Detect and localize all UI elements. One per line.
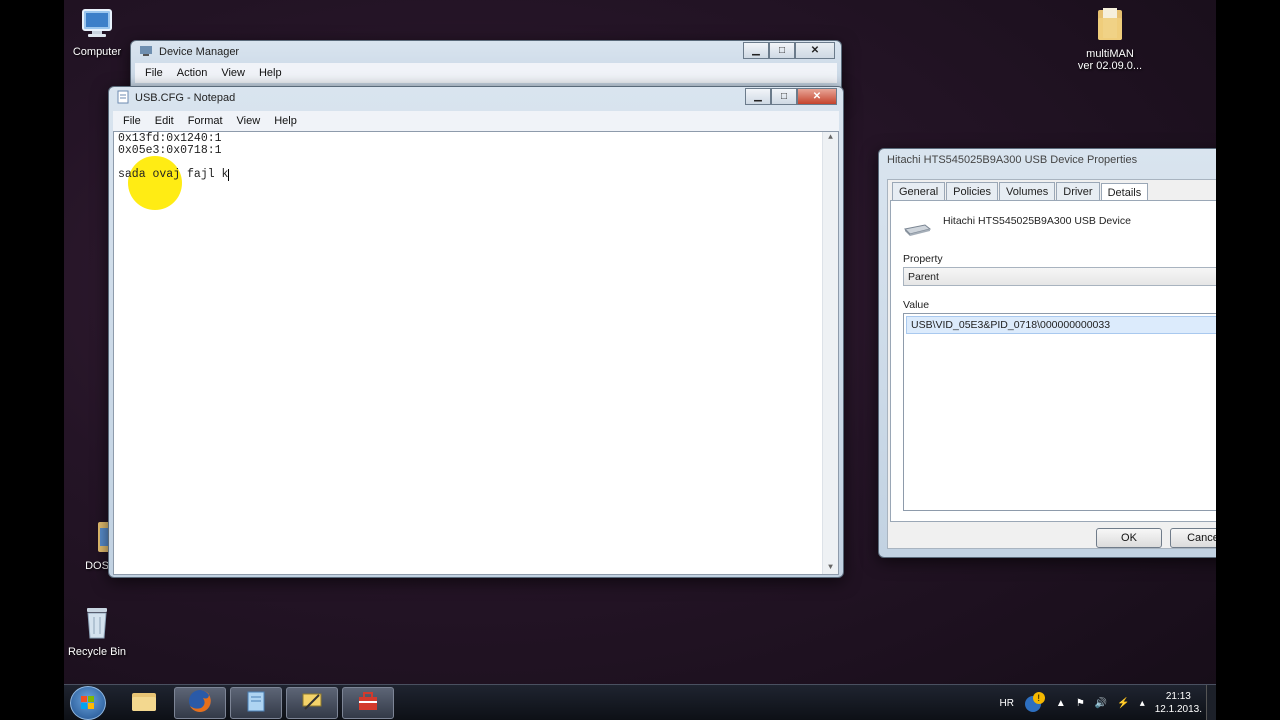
minimize-button[interactable]: ▁ — [743, 42, 769, 59]
notepad-icon — [117, 90, 129, 107]
language-indicator[interactable]: HR — [999, 698, 1013, 709]
device-properties-dialog[interactable]: Hitachi HTS545025B9A300 USB Device Prope… — [878, 148, 1216, 558]
device-manager-titlebar[interactable]: Device Manager — [131, 41, 841, 63]
flag-icon[interactable]: ⚑ — [1076, 698, 1085, 709]
property-dropdown[interactable]: Parent — [903, 267, 1216, 286]
taskbar: HR ! ▲ ⚑ 🔊 ⚡ ▴ 21:13 12.1.2013. — [64, 684, 1216, 720]
tab-general[interactable]: General — [892, 182, 946, 201]
taskbar-device-manager[interactable] — [286, 687, 338, 719]
notepad-menubar: File Edit Format View Help — [113, 111, 839, 131]
menu-edit[interactable]: Edit — [149, 113, 180, 129]
volume-icon[interactable]: 🔊 — [1095, 698, 1107, 709]
close-button[interactable]: ✕ — [795, 42, 835, 59]
desktop-icon-label: ver 02.09.0... — [1077, 60, 1143, 72]
text-line: 0x05e3:0x0718:1 — [118, 144, 222, 157]
clock-time: 21:13 — [1165, 691, 1191, 702]
tab-policies[interactable]: Policies — [946, 182, 999, 201]
property-label: Property — [903, 253, 943, 265]
notepad-icon — [244, 689, 268, 718]
firefox-icon — [187, 688, 213, 719]
window-title: USB.CFG - Notepad — [135, 92, 236, 104]
maximize-button[interactable]: □ — [769, 42, 795, 59]
windows-logo-icon — [81, 696, 94, 709]
vertical-scrollbar[interactable]: ▲ ▼ — [822, 132, 838, 574]
maximize-button[interactable]: □ — [771, 88, 797, 105]
value-label: Value — [903, 299, 930, 311]
system-tray: HR ! ▲ ⚑ 🔊 ⚡ ▴ 21:13 12.1.2013. — [999, 685, 1202, 720]
value-list[interactable]: USB\VID_05E3&PID_0718\000000000033 — [903, 313, 1216, 511]
start-button[interactable] — [70, 686, 106, 720]
drive-icon — [903, 223, 932, 242]
computer-icon — [64, 8, 133, 43]
desktop-icon-label: Computer — [72, 46, 122, 58]
svg-text:!: ! — [1037, 693, 1040, 703]
folder-icon — [1074, 6, 1146, 45]
desktop-icon-label: Recycle Bin — [67, 646, 127, 658]
signal-icon[interactable]: ▴ — [1140, 698, 1145, 709]
value-list-item[interactable]: USB\VID_05E3&PID_0718\000000000033 — [906, 316, 1216, 334]
text-line: 0x13fd:0x1240:1 — [118, 132, 222, 145]
desktop-icon-label: multiMAN — [1086, 48, 1134, 60]
clock-date: 12.1.2013. — [1154, 704, 1202, 715]
notepad-titlebar[interactable]: USB.CFG - Notepad — [109, 87, 843, 109]
ok-button[interactable]: OK — [1096, 528, 1162, 548]
device-name: Hitachi HTS545025B9A300 USB Device — [943, 215, 1131, 227]
device-manager-menubar: File Action View Help — [135, 63, 837, 83]
toolbox-icon — [356, 689, 380, 718]
scroll-down-arrow[interactable]: ▼ — [823, 562, 838, 574]
minimize-button[interactable]: ▁ — [745, 88, 771, 105]
desktop: Computer multiMAN ver 02.09.0... DOS Rec… — [64, 0, 1216, 720]
taskbar-firefox[interactable] — [174, 687, 226, 719]
folder-icon — [130, 689, 158, 718]
taskbar-notepad[interactable] — [230, 687, 282, 719]
tab-volumes[interactable]: Volumes — [999, 182, 1056, 201]
cancel-button[interactable]: Cance — [1170, 528, 1216, 548]
recycle-bin-icon — [64, 604, 133, 643]
properties-titlebar[interactable]: Hitachi HTS545025B9A300 USB Device Prope… — [879, 149, 1216, 171]
device-manager-icon — [300, 689, 324, 718]
menu-action[interactable]: Action — [171, 65, 214, 81]
window-title: Hitachi HTS545025B9A300 USB Device Prope… — [887, 154, 1138, 166]
notepad-text-area[interactable]: 0x13fd:0x1240:1 0x05e3:0x0718:1 sada ova… — [113, 131, 839, 575]
scroll-up-arrow[interactable]: ▲ — [823, 132, 838, 144]
network-icon[interactable]: ⚡ — [1117, 698, 1129, 709]
tab-driver[interactable]: Driver — [1056, 182, 1100, 201]
close-button[interactable]: ✕ — [797, 88, 837, 105]
desktop-icon-computer[interactable]: Computer — [64, 8, 133, 58]
menu-view[interactable]: View — [231, 113, 267, 129]
desktop-icon-recycle-bin[interactable]: Recycle Bin — [64, 604, 133, 658]
properties-tabs: General Policies Volumes Driver Details — [888, 180, 1216, 202]
menu-view[interactable]: View — [215, 65, 251, 81]
window-title: Device Manager — [159, 46, 240, 58]
taskbar-toolbox[interactable] — [342, 687, 394, 719]
menu-help[interactable]: Help — [253, 65, 288, 81]
menu-file[interactable]: File — [139, 65, 169, 81]
taskbar-explorer[interactable] — [118, 687, 170, 719]
menu-format[interactable]: Format — [182, 113, 229, 129]
desktop-icon-multiman[interactable]: multiMAN ver 02.09.0... — [1074, 6, 1146, 72]
notepad-window[interactable]: USB.CFG - Notepad ▁ □ ✕ File Edit Format… — [108, 86, 844, 578]
device-manager-icon — [139, 45, 153, 60]
show-desktop-button[interactable] — [1206, 685, 1216, 720]
action-center-warning-icon[interactable]: ! — [1024, 691, 1046, 716]
menu-help[interactable]: Help — [268, 113, 303, 129]
clock[interactable]: 21:13 12.1.2013. — [1155, 690, 1202, 716]
text-caret — [228, 169, 230, 181]
show-hidden-icons-icon[interactable]: ▲ — [1056, 698, 1066, 709]
text-line: sada ovaj fajl k — [118, 168, 229, 181]
details-panel: Hitachi HTS545025B9A300 USB Device Prope… — [890, 200, 1216, 522]
menu-file[interactable]: File — [117, 113, 147, 129]
